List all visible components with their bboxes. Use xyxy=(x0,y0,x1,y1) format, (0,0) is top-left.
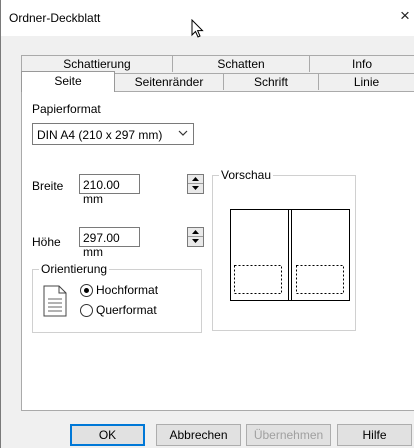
paper-format-value: DIN A4 (210 x 297 mm) xyxy=(37,128,163,142)
title-bar[interactable]: Ordner-Deckblatt × xyxy=(1,0,414,38)
portrait-page-icon xyxy=(43,285,67,317)
preview-label: Vorschau xyxy=(219,168,274,182)
tab-label: Schrift xyxy=(253,75,288,89)
height-spinner[interactable] xyxy=(187,227,204,247)
width-label: Breite xyxy=(32,179,64,193)
radio-label-querformat: Querformat xyxy=(96,303,157,317)
tab-linie[interactable]: Linie xyxy=(318,73,414,90)
tab-label: Seite xyxy=(54,74,82,88)
tab-schatten[interactable]: Schatten xyxy=(172,55,310,72)
width-value: 210.00 mm xyxy=(83,178,120,206)
tab-schrift[interactable]: Schrift xyxy=(223,73,319,90)
tab-label: Info xyxy=(351,57,372,71)
tab-schattierung[interactable]: Schattierung xyxy=(21,55,173,72)
tab-label: Linie xyxy=(353,75,380,89)
spin-down-icon[interactable] xyxy=(188,184,203,193)
preview-canvas xyxy=(230,209,350,301)
apply-button[interactable]: Übernehmen xyxy=(246,424,331,446)
mouse-pointer-icon xyxy=(191,19,204,38)
paper-format-dropdown[interactable]: DIN A4 (210 x 297 mm) xyxy=(32,123,194,145)
spin-down-icon[interactable] xyxy=(188,237,203,246)
tab-seitenraender[interactable]: Seitenränder xyxy=(114,73,224,90)
tab-panel-seite: Papierformat DIN A4 (210 x 297 mm) Breit… xyxy=(21,91,414,411)
ok-button[interactable]: OK xyxy=(70,424,145,446)
window-title: Ordner-Deckblatt xyxy=(9,11,101,25)
paper-format-label: Papierformat xyxy=(32,102,101,116)
preview-group: Vorschau xyxy=(212,168,356,331)
width-input[interactable]: 210.00 mm xyxy=(79,174,140,206)
tab-seite[interactable]: Seite xyxy=(21,71,115,92)
radio-label-hochformat: Hochformat xyxy=(96,283,159,297)
spin-up-icon[interactable] xyxy=(188,228,203,237)
chevron-down-icon xyxy=(178,130,188,136)
ordner-deckblatt-dialog: Ordner-Deckblatt × Schattierung Schatten… xyxy=(0,0,414,448)
tab-label: Schatten xyxy=(217,57,265,71)
height-input[interactable]: 297.00 mm xyxy=(79,227,140,259)
tab-label: Seitenränder xyxy=(134,75,204,89)
tab-label: Schattierung xyxy=(63,57,131,71)
radio-selected-dot xyxy=(84,288,89,293)
tab-info[interactable]: Info xyxy=(309,55,414,72)
spin-up-icon[interactable] xyxy=(188,175,203,184)
height-value: 297.00 mm xyxy=(83,231,120,259)
radio-hochformat[interactable] xyxy=(80,284,93,297)
close-icon[interactable]: × xyxy=(400,7,410,24)
radio-querformat[interactable] xyxy=(80,304,93,317)
help-button[interactable]: Hilfe xyxy=(337,424,412,446)
cancel-button[interactable]: Abbrechen xyxy=(156,424,241,446)
height-label: Höhe xyxy=(32,235,61,249)
orientation-label: Orientierung xyxy=(39,262,110,276)
orientation-group: Orientierung Hochformat Querformat xyxy=(32,262,202,333)
width-spinner[interactable] xyxy=(187,174,204,194)
